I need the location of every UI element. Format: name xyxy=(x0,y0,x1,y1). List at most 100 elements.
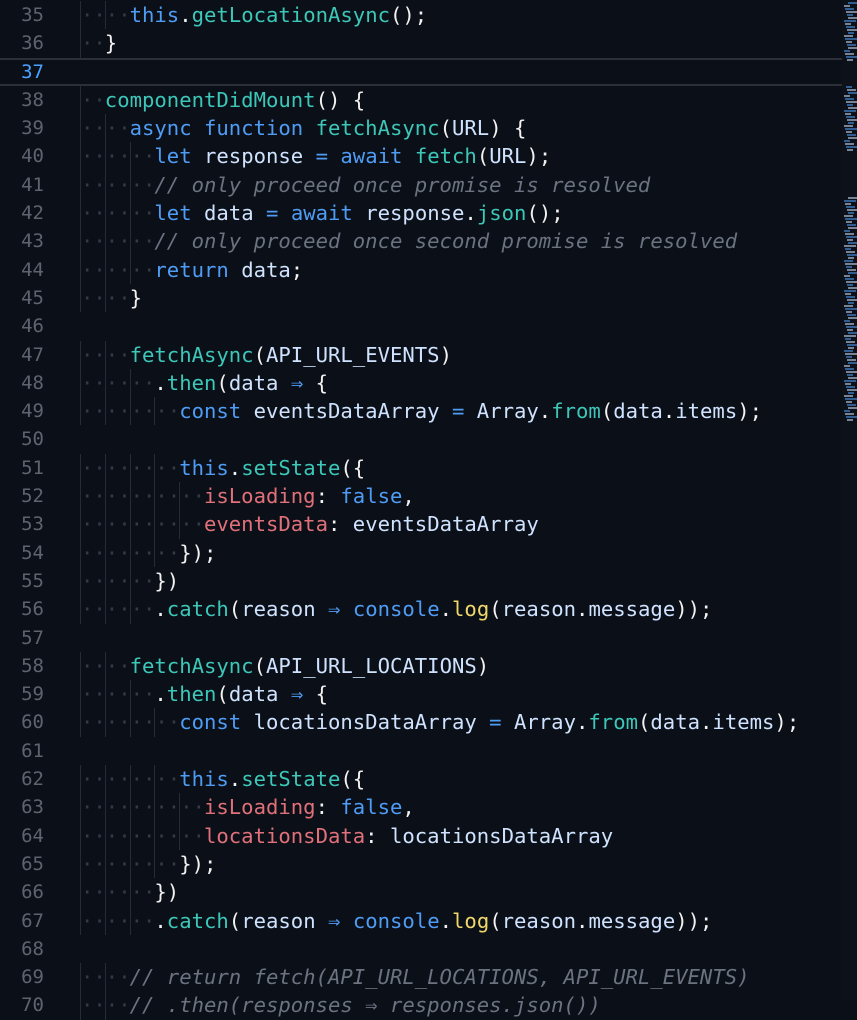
token-pn: . xyxy=(662,399,676,424)
line-number: 57 xyxy=(21,626,44,649)
token-prop: isLoading xyxy=(203,484,316,509)
minimap-line xyxy=(844,5,850,7)
indent-guide: ·· xyxy=(80,538,106,567)
code-line[interactable]: 36 ··} xyxy=(0,29,842,58)
minimap-line xyxy=(844,110,856,112)
code-line[interactable]: 61 xyxy=(0,737,842,765)
code-line[interactable]: 45 ····} xyxy=(0,283,842,313)
minimap-line xyxy=(846,356,852,358)
code-text: ····// .then(responses ⇒ responses.json(… xyxy=(80,991,601,1020)
code-line[interactable]: 67 ······.catch(reason ⇒ console.log(reas… xyxy=(0,906,842,935)
indent-guide: ·· xyxy=(154,510,180,539)
code-line[interactable]: 47 ····fetchAsync(API_URL_EVENTS) xyxy=(0,340,842,369)
code-line[interactable]: 60 ········const locationsDataArray = Arr… xyxy=(0,708,842,737)
minimap-line xyxy=(844,410,850,412)
token-var: items xyxy=(675,399,738,424)
code-line[interactable]: 42 ······let data = await response.json()… xyxy=(0,199,842,228)
code-line[interactable]: 58 ····fetchAsync(API_URL_LOCATIONS) xyxy=(0,651,842,681)
token-kw: return xyxy=(154,257,242,282)
token-var: data xyxy=(204,201,266,226)
token-cm: // only proceed once promise is resolved xyxy=(154,172,651,197)
code-line[interactable]: 53 ··········eventsData: eventsDataArray xyxy=(0,510,842,539)
code-line[interactable]: 63 ··········isLoading: false, xyxy=(0,793,842,822)
code-text: ··········eventsData: eventsDataArray xyxy=(80,510,539,539)
code-text: ······let data = await response.json(); xyxy=(80,199,564,228)
code-line[interactable]: 37 xyxy=(0,58,842,86)
token-var: reason xyxy=(501,597,577,622)
line-number: 67 xyxy=(21,909,44,932)
code-line[interactable]: 65 ········}); xyxy=(0,849,842,879)
minimap[interactable] xyxy=(842,0,857,1000)
code-line[interactable]: 59 ······.then(data ⇒ { xyxy=(0,680,842,709)
token-var: API_URL_EVENTS xyxy=(266,342,440,367)
code-line[interactable]: 54 ········}); xyxy=(0,538,842,567)
code-text: ··········isLoading: false, xyxy=(80,793,415,822)
code-line[interactable]: 38 ··componentDidMount() { xyxy=(0,85,842,115)
code-line[interactable]: 68 xyxy=(0,935,842,963)
indent-guide: ·· xyxy=(104,708,131,737)
token-fn: setState xyxy=(241,767,341,792)
token-kw: await xyxy=(290,201,366,226)
token-pn: . xyxy=(439,908,453,933)
code-line[interactable]: 52 ··········isLoading: false, xyxy=(0,482,842,511)
token-pn: (); xyxy=(390,3,428,27)
minimap-line xyxy=(844,230,850,232)
token-fn: from xyxy=(551,399,601,424)
code-line[interactable]: 57 xyxy=(0,624,842,652)
code-text: ····async function fetchAsync(URL) { xyxy=(80,114,526,143)
code-line[interactable]: 69 ····// return fetch(API_URL_LOCATIONS,… xyxy=(0,963,842,992)
code-line[interactable]: 51 ········this.setState({ xyxy=(0,453,842,483)
token-pn: ( xyxy=(216,682,229,707)
indent-guide: ·· xyxy=(104,368,131,398)
code-line[interactable]: 46 xyxy=(0,312,842,340)
code-line[interactable]: 70 ····// .then(responses ⇒ responses.jso… xyxy=(0,991,842,1020)
token-var: API_URL_LOCATIONS xyxy=(266,653,477,678)
code-line[interactable]: 56 ······.catch(reason ⇒ console.log(reas… xyxy=(0,595,842,624)
code-line[interactable]: 64 ··········locationsData: locationsData… xyxy=(0,821,842,850)
minimap-line xyxy=(847,224,856,226)
indent-guide: ·· xyxy=(80,991,106,1020)
code-line[interactable]: 49 ········const eventsDataArray = Array.… xyxy=(0,397,842,426)
indent-guide: ·· xyxy=(154,821,180,850)
code-line[interactable]: 66 ······}) xyxy=(0,878,842,907)
indent-guide: ·· xyxy=(179,793,205,822)
token-pn: ); xyxy=(737,399,763,424)
code-line[interactable]: 35 ····this.getLocationAsync(); xyxy=(0,1,842,30)
code-line[interactable]: 50 xyxy=(0,425,842,453)
token-pn: , xyxy=(402,795,415,820)
minimap-line xyxy=(848,317,857,319)
token-fn: catch xyxy=(166,597,229,622)
token-kw: async function xyxy=(129,116,316,141)
indent-guide: ·· xyxy=(129,170,155,200)
token-log: log xyxy=(452,597,490,622)
token-pn: . xyxy=(154,597,167,622)
indent-guide: ·· xyxy=(104,510,131,539)
code-line[interactable]: 44 ······return data; xyxy=(0,255,842,284)
minimap-line xyxy=(845,143,854,145)
minimap-line xyxy=(846,371,857,373)
code-line[interactable]: 40 ······let response = await fetch(URL); xyxy=(0,142,842,171)
token-pn: () { xyxy=(315,87,366,112)
token-pn: , xyxy=(402,484,415,509)
code-line[interactable]: 62 ········this.setState({ xyxy=(0,765,842,794)
code-line[interactable]: 48 ······.then(data ⇒ { xyxy=(0,368,842,398)
token-pn: : xyxy=(315,484,341,509)
code-editor[interactable]: 35 ····this.getLocationAsync(); 36 ··} 37 38 ·… xyxy=(0,1,842,1020)
indent-guide: ·· xyxy=(80,510,106,539)
minimap-line xyxy=(848,377,857,379)
token-pn: . xyxy=(575,710,589,735)
indent-guide: ·· xyxy=(80,199,106,228)
minimap-line xyxy=(847,149,853,151)
minimap-line xyxy=(845,8,854,10)
code-line[interactable]: 39 ····async function fetchAsync(URL) { xyxy=(0,114,842,143)
token-pn: }) xyxy=(154,880,180,905)
indent-guide: ·· xyxy=(154,538,180,567)
code-line[interactable]: 43 ······// only proceed once second prom… xyxy=(0,227,842,256)
minimap-line xyxy=(845,233,854,235)
token-pn: ( xyxy=(228,597,242,622)
code-line[interactable]: 55 ······}) xyxy=(0,566,842,596)
minimap-line xyxy=(848,392,854,394)
minimap-line xyxy=(847,299,857,301)
indent-guide: ·· xyxy=(129,255,155,284)
code-line[interactable]: 41 ······// only proceed once promise is … xyxy=(0,170,842,200)
